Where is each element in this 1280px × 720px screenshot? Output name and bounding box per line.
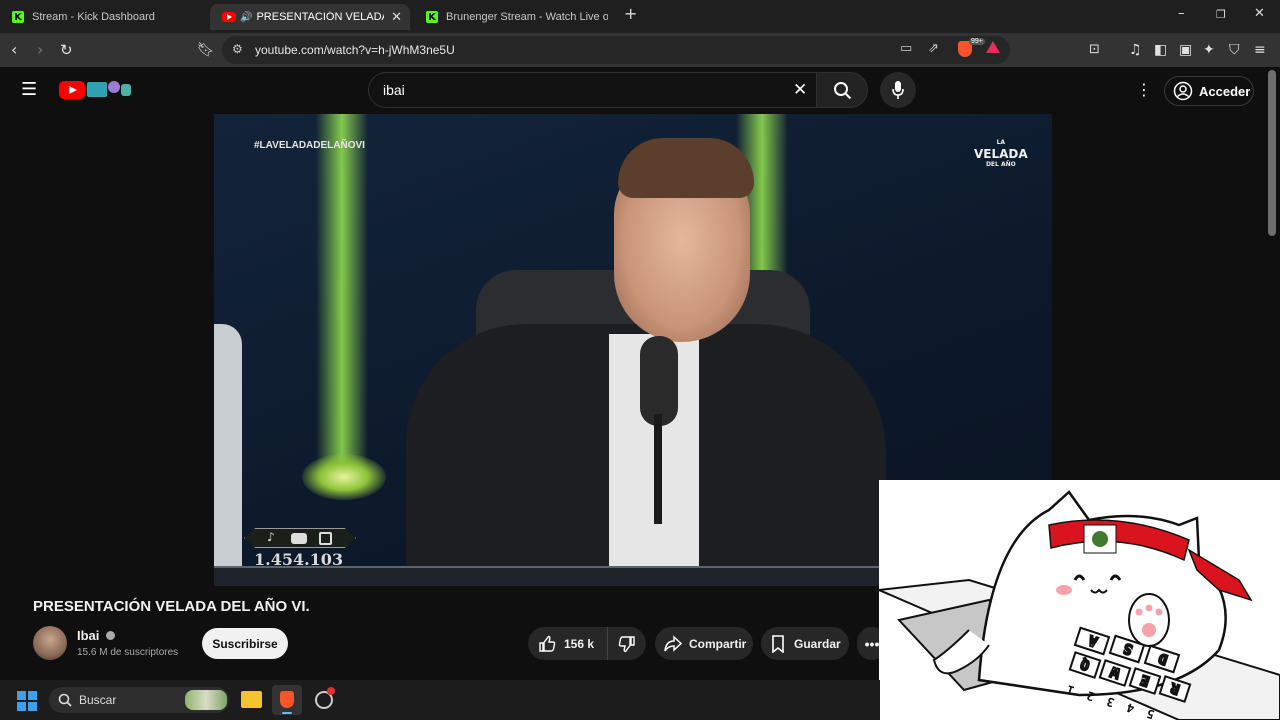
subscriber-count: 15.6 M de suscriptores	[77, 647, 179, 658]
active-indicator	[282, 712, 292, 714]
sign-in-label: Acceder	[1199, 83, 1251, 99]
like-button[interactable]: 156 k	[528, 627, 608, 660]
bongo-cat-overlay: A S D Q W E R 1 2 3 4 5	[879, 480, 1280, 720]
hamburger-menu-icon[interactable]: ☰	[21, 79, 37, 100]
channel-avatar[interactable]	[33, 626, 67, 660]
stage-light-glow	[302, 454, 386, 500]
url-text[interactable]: youtube.com/watch?v=h-jWhM3ne5U	[255, 43, 455, 57]
new-tab-icon[interactable]: +	[624, 4, 637, 23]
bongo-cat-illustration: A S D Q W E R 1 2 3 4 5	[879, 490, 1280, 720]
thumbs-up-icon	[539, 635, 556, 652]
tab-kick-dashboard[interactable]: K Stream - Kick Dashboard	[0, 4, 206, 30]
channel-name[interactable]: Ibai	[77, 628, 116, 643]
search-input[interactable]: ibai	[383, 82, 405, 98]
minimize-icon[interactable]: –	[1178, 6, 1185, 21]
search-button[interactable]	[816, 72, 868, 108]
brave-rewards-icon[interactable]	[986, 41, 1000, 53]
share-button[interactable]: Compartir	[655, 627, 753, 660]
page-scrollbar[interactable]	[1268, 70, 1276, 236]
close-window-icon[interactable]: ✕	[1254, 6, 1265, 21]
twitch-icon	[319, 532, 332, 545]
back-icon[interactable]: ‹	[11, 40, 17, 60]
microphone-stand	[654, 414, 662, 524]
clear-search-icon[interactable]: ✕	[793, 80, 807, 100]
reload-icon[interactable]: ↻	[60, 40, 73, 60]
tab-title: Brunenger Stream - Watch Live on Ki	[446, 11, 608, 23]
save-bookmark-icon	[772, 634, 784, 653]
account-icon	[1173, 81, 1193, 101]
video-title: PRESENTACIÓN VELADA DEL AÑO VI.	[33, 598, 310, 615]
velada-logo: LA VELADA DEL AÑO	[974, 139, 1028, 168]
youtube-favicon-icon	[222, 12, 236, 22]
browser-toolbar: ‹ › ↻ 🔖︎ ⚙ youtube.com/watch?v=h-jWhM3ne…	[0, 33, 1280, 67]
browser-tab-strip: K Stream - Kick Dashboard 🔊 PRESENTACIÓN…	[0, 0, 1280, 33]
app-icon[interactable]	[315, 687, 335, 709]
vpn-icon[interactable]: ⛉	[1229, 40, 1240, 60]
tab-brunenger-stream[interactable]: K Brunenger Stream - Watch Live on Ki	[414, 4, 614, 30]
menu-icon[interactable]: ≡	[1254, 40, 1266, 60]
search-highlight-image	[185, 690, 227, 710]
taskbar-search-placeholder: Buscar	[79, 693, 117, 707]
person-hair	[618, 138, 754, 198]
restore-icon[interactable]: ❐	[1216, 8, 1226, 21]
speaker-icon[interactable]: 🔊	[240, 12, 252, 23]
save-button[interactable]: Guardar	[761, 627, 849, 660]
microphone-icon	[892, 81, 904, 99]
reader-mode-icon[interactable]: ⊡	[1089, 40, 1100, 60]
verified-badge-icon	[106, 631, 116, 640]
tab-youtube-video[interactable]: 🔊 PRESENTACIÓN VELADA DEL ✕	[210, 4, 410, 30]
notification-dot	[327, 687, 335, 695]
search-bar[interactable]: ibai ✕	[368, 72, 816, 108]
cast-icon[interactable]: ▭	[900, 41, 912, 56]
tiktok-icon: ♪	[267, 530, 275, 544]
media-icon[interactable]: ♫	[1129, 40, 1142, 60]
search-icon	[58, 693, 72, 707]
windows-start-icon[interactable]	[17, 691, 37, 711]
video-hashtag: #LAVELADADELAÑOVI	[254, 140, 365, 151]
brave-browser-icon	[280, 691, 294, 708]
thumbs-down-icon	[618, 635, 635, 652]
kick-icon: K	[12, 11, 24, 23]
share-icon[interactable]: ⇗	[928, 41, 939, 56]
platform-icons-plate: ♪	[244, 528, 356, 548]
dislike-button[interactable]	[608, 627, 646, 660]
site-info-icon[interactable]: ⚙	[232, 42, 243, 56]
more-options-icon[interactable]: ⋮	[1136, 80, 1152, 99]
close-tab-icon[interactable]: ✕	[391, 9, 402, 25]
youtube-header: ☰ ibai ✕ ⋮ Acceder	[0, 67, 1280, 114]
share-arrow-icon	[664, 634, 683, 652]
subscribe-button[interactable]: Suscribirse	[202, 628, 288, 659]
taskbar-brave-active[interactable]	[272, 685, 302, 715]
sign-in-button[interactable]: Acceder	[1164, 76, 1254, 106]
youtube-logo-icon[interactable]	[59, 81, 85, 99]
file-explorer-icon[interactable]	[241, 691, 262, 708]
search-icon	[834, 82, 852, 100]
tab-title: Stream - Kick Dashboard	[32, 11, 155, 23]
address-bar[interactable]: ⚙ youtube.com/watch?v=h-jWhM3ne5U ▭ ⇗ 99…	[222, 36, 1010, 64]
shields-count-badge: 99+	[969, 38, 985, 45]
viewer-counter: 1.454.103	[254, 550, 344, 569]
leo-ai-icon[interactable]: ✦	[1203, 40, 1215, 60]
wallet-icon[interactable]: ▣	[1179, 40, 1192, 60]
like-dislike-group: 156 k	[528, 627, 646, 660]
doodle-logo-icon[interactable]	[87, 79, 135, 101]
forward-icon[interactable]: ›	[37, 40, 43, 60]
studio-microphone	[640, 336, 678, 426]
bookmark-icon[interactable]: 🔖︎	[197, 40, 215, 60]
youtube-icon	[291, 533, 307, 544]
kick-icon: K	[426, 11, 438, 23]
taskbar-search[interactable]: Buscar	[49, 687, 229, 713]
more-actions-icon: •••	[864, 635, 880, 652]
sidebar-icon[interactable]: ◧	[1154, 40, 1167, 60]
voice-search-button[interactable]	[880, 72, 916, 108]
tab-title: PRESENTACIÓN VELADA DEL	[256, 11, 385, 23]
side-person	[214, 324, 242, 586]
like-count: 156 k	[564, 636, 595, 651]
stage-light-beam	[316, 114, 368, 474]
windows-taskbar: Buscar	[0, 680, 880, 720]
